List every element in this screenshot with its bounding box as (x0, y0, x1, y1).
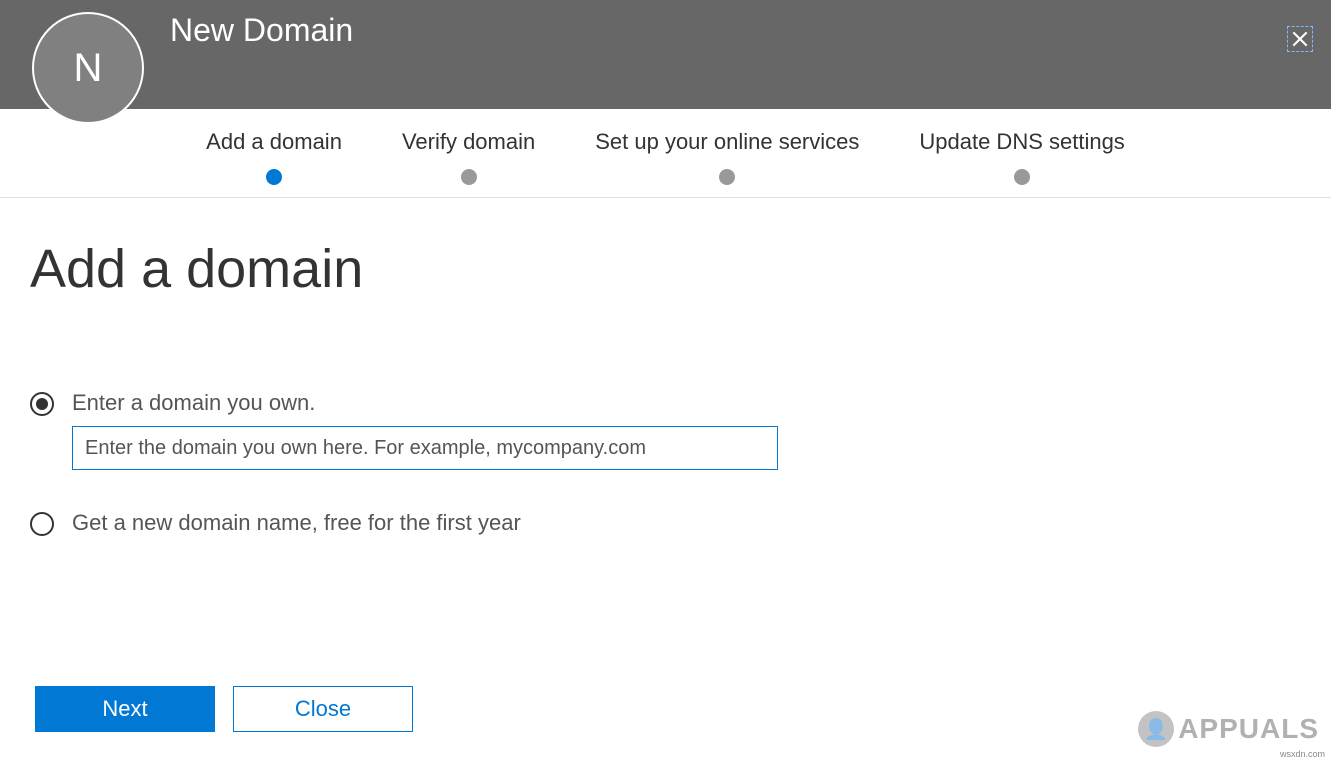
watermark: 👤 APPUALS (1138, 711, 1319, 747)
step-dot-icon (266, 169, 282, 185)
step-dot-icon (1014, 169, 1030, 185)
step-add-domain[interactable]: Add a domain (176, 129, 372, 185)
close-icon[interactable] (1287, 26, 1313, 52)
step-dot-icon (719, 169, 735, 185)
step-dns-settings[interactable]: Update DNS settings (889, 129, 1154, 185)
avatar-letter: N (74, 46, 103, 91)
page-heading: Add a domain (30, 238, 1301, 300)
page-title: New Domain (170, 12, 353, 49)
step-dot-icon (461, 169, 477, 185)
watermark-text: APPUALS (1178, 713, 1319, 745)
content-area: Add a domain Enter a domain you own. Get… (0, 198, 1331, 596)
step-online-services[interactable]: Set up your online services (565, 129, 889, 185)
option-label: Get a new domain name, free for the firs… (72, 510, 521, 536)
step-verify-domain[interactable]: Verify domain (372, 129, 565, 185)
footer-buttons: Next Close (35, 686, 413, 732)
option-label: Enter a domain you own. (72, 390, 778, 416)
wizard-steps: Add a domain Verify domain Set up your o… (0, 109, 1331, 198)
watermark-icon: 👤 (1138, 711, 1174, 747)
radio-own-domain[interactable] (30, 392, 54, 416)
option-own-domain: Enter a domain you own. (30, 390, 1301, 470)
domain-input[interactable] (72, 426, 778, 470)
source-url: wsxdn.com (1280, 749, 1325, 759)
avatar: N (32, 12, 144, 124)
header: N New Domain (0, 0, 1331, 109)
close-button[interactable]: Close (233, 686, 413, 732)
radio-new-domain[interactable] (30, 512, 54, 536)
option-new-domain: Get a new domain name, free for the firs… (30, 510, 1301, 536)
next-button[interactable]: Next (35, 686, 215, 732)
